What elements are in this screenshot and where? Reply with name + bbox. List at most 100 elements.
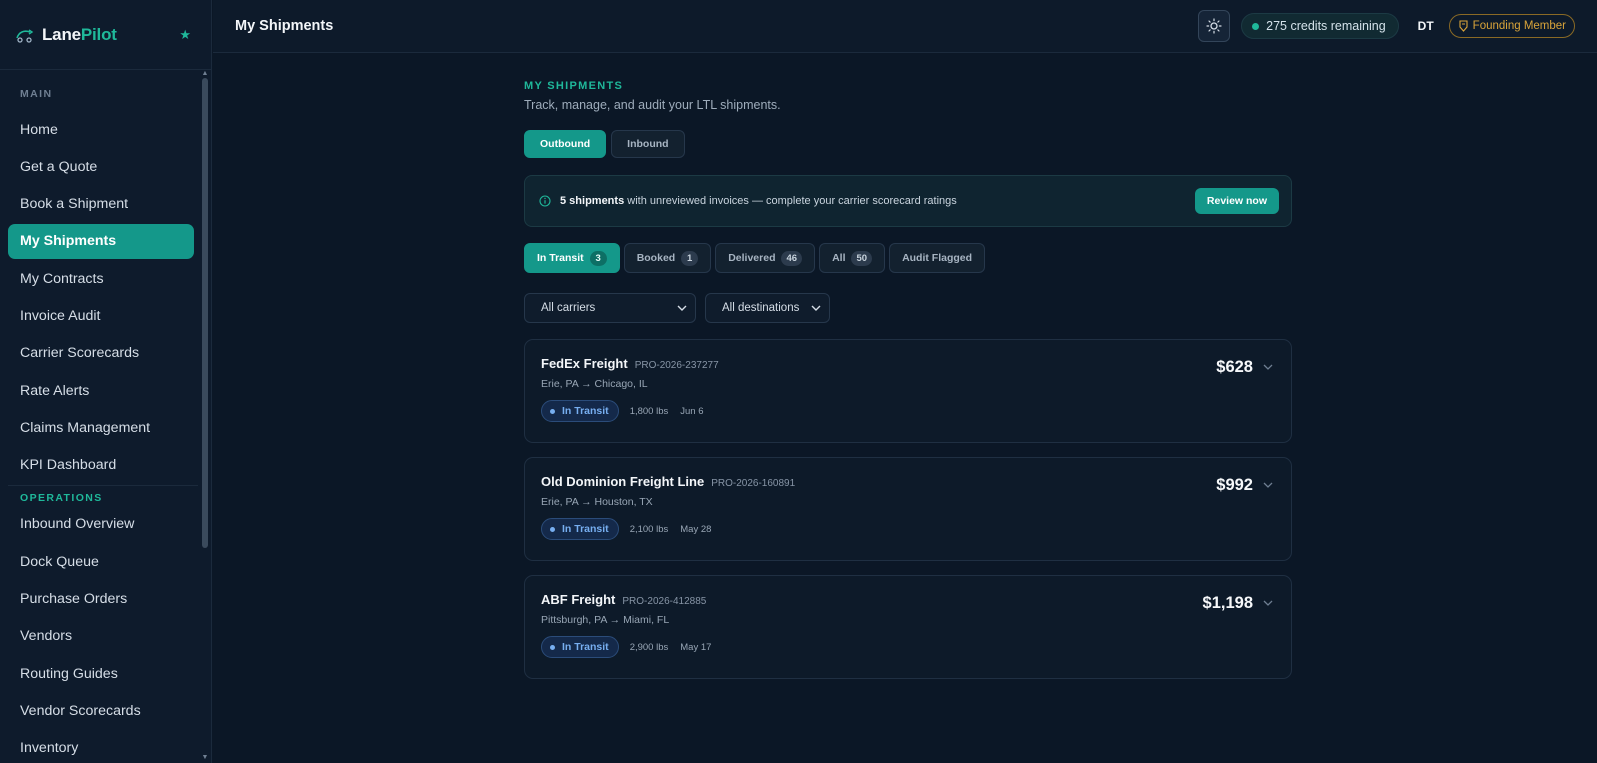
destination-filter-value: All destinations <box>722 302 800 314</box>
credits-badge[interactable]: 275 credits remaining <box>1241 13 1399 39</box>
status-label: In Transit <box>562 523 609 535</box>
tab-delivered[interactable]: Delivered 46 <box>715 243 816 273</box>
shipment-card[interactable]: ABF Freight PRO-2026-412885 Pittsburgh, … <box>524 575 1292 679</box>
tab-label: In Transit <box>537 252 584 264</box>
sidebar-item-get-a-quote[interactable]: Get a Quote <box>8 149 194 184</box>
filters: All carriers All destinations <box>524 293 1292 323</box>
tab-label: Delivered <box>728 252 776 264</box>
sidebar-item-kpi-dashboard[interactable]: KPI Dashboard <box>8 448 194 483</box>
sidebar-item-dock-queue[interactable]: Dock Queue <box>8 544 194 579</box>
tab-outbound[interactable]: Outbound <box>524 130 607 158</box>
ship-date: May 17 <box>680 641 712 653</box>
sidebar-item-inbound-overview[interactable]: Inbound Overview <box>8 507 194 542</box>
medal-icon <box>1459 20 1468 32</box>
status-dot <box>550 526 555 532</box>
notice-text: 5 shipments with unreviewed invoices — c… <box>560 195 957 207</box>
avatar[interactable]: DT <box>1411 11 1441 41</box>
theme-toggle-button[interactable] <box>1198 10 1231 42</box>
chevron-down-icon[interactable] <box>1263 364 1273 370</box>
truck-logo-icon <box>16 28 34 43</box>
sidebar-item-rate-alerts[interactable]: Rate Alerts <box>8 373 194 408</box>
scroll-up-arrow-icon[interactable]: ▲ <box>201 70 209 77</box>
sidebar-item-inventory[interactable]: Inventory <box>8 731 194 763</box>
tab-label: Booked <box>636 252 676 264</box>
ship-date: Jun 6 <box>680 405 704 417</box>
carrier-name: Old Dominion Freight Line <box>541 474 705 489</box>
route: Erie, PA → Chicago, IL <box>541 378 648 390</box>
star-icon[interactable]: ★ <box>179 27 191 43</box>
chevron-down-icon <box>811 305 821 311</box>
chevron-down-icon[interactable] <box>1263 482 1273 488</box>
route: Erie, PA → Houston, TX <box>541 496 653 508</box>
count-badge: 50 <box>851 250 873 266</box>
tab-label: All <box>832 252 846 264</box>
sidebar-item-home[interactable]: Home <box>8 112 194 147</box>
notice-count: 5 shipments <box>560 195 625 207</box>
shipment-price: $1,198 <box>1202 594 1253 612</box>
count-badge: 1 <box>681 250 699 266</box>
status-badge: In Transit <box>541 636 619 658</box>
destination-filter-select[interactable]: All destinations <box>705 293 830 323</box>
count-badge: 46 <box>781 250 803 266</box>
brand[interactable]: LanePilot ★ <box>0 0 211 70</box>
tab-booked[interactable]: Booked 1 <box>623 243 712 273</box>
sidebar-item-my-shipments[interactable]: My Shipments <box>8 223 194 259</box>
scroll-down-arrow-icon[interactable]: ▼ <box>201 754 209 761</box>
pro-number: PRO-2026-160891 <box>711 478 796 489</box>
weight: 2,900 lbs <box>629 641 669 653</box>
tab-label: Audit Flagged <box>902 252 973 264</box>
brand-name: LanePilot <box>42 24 117 44</box>
carrier-name: FedEx Freight <box>541 356 628 371</box>
status-dot <box>550 408 555 414</box>
sidebar-item-vendors[interactable]: Vendors <box>8 619 194 654</box>
tab-audit-flagged[interactable]: Audit Flagged <box>889 243 986 273</box>
status-badge: In Transit <box>541 518 619 540</box>
tab-in-transit[interactable]: In Transit 3 <box>524 243 620 273</box>
shipment-price: $628 <box>1216 358 1253 376</box>
unreviewed-invoices-notice: 5 shipments with unreviewed invoices — c… <box>524 175 1292 227</box>
notice-message: with unreviewed invoices — complete your… <box>624 195 957 207</box>
page-subtitle: Track, manage, and audit your LTL shipme… <box>524 98 781 112</box>
sidebar: LanePilot ★ MAIN Home Get a Quote Book a… <box>0 0 212 763</box>
shipment-card[interactable]: FedEx Freight PRO-2026-237277 Erie, PA →… <box>524 339 1292 443</box>
sidebar-item-carrier-scorecards[interactable]: Carrier Scorecards <box>8 336 194 371</box>
topbar: My Shipments 275 credits remaining DT Fo… <box>213 0 1597 53</box>
chevron-down-icon[interactable] <box>1263 600 1273 606</box>
status-dot <box>1252 22 1260 30</box>
sun-icon <box>1206 18 1222 34</box>
status-label: In Transit <box>562 641 609 653</box>
credits-label: 275 credits remaining <box>1266 19 1386 33</box>
sidebar-item-my-contracts[interactable]: My Contracts <box>8 261 194 296</box>
tab-all[interactable]: All 50 <box>819 243 886 273</box>
shipment-list: FedEx Freight PRO-2026-237277 Erie, PA →… <box>524 339 1292 679</box>
section-label-operations: OPERATIONS <box>8 484 198 507</box>
shipment-price: $992 <box>1216 476 1253 494</box>
sidebar-item-book-a-shipment[interactable]: Book a Shipment <box>8 187 194 222</box>
sidebar-item-vendor-scorecards[interactable]: Vendor Scorecards <box>8 693 194 728</box>
tab-inbound[interactable]: Inbound <box>611 130 685 158</box>
sidebar-scrollbar[interactable] <box>202 78 208 548</box>
pro-number: PRO-2026-412885 <box>622 596 707 607</box>
status-badge: In Transit <box>541 400 619 422</box>
info-icon <box>539 195 551 207</box>
main-content: MY SHIPMENTS Track, manage, and audit yo… <box>524 53 1292 693</box>
carrier-filter-select[interactable]: All carriers <box>524 293 696 323</box>
route: Pittsburgh, PA → Miami, FL <box>541 614 670 626</box>
chevron-down-icon <box>677 305 687 311</box>
status-dot <box>550 644 555 650</box>
founding-member-badge[interactable]: Founding Member <box>1448 14 1575 38</box>
review-now-button[interactable]: Review now <box>1194 188 1279 214</box>
status-tabs: In Transit 3 Booked 1 Delivered 46 All 5… <box>524 243 1292 273</box>
pro-number: PRO-2026-237277 <box>634 360 719 371</box>
status-label: In Transit <box>562 405 609 417</box>
sidebar-item-invoice-audit[interactable]: Invoice Audit <box>8 298 194 333</box>
founding-member-label: Founding Member <box>1472 20 1566 32</box>
ship-date: May 28 <box>680 523 712 535</box>
sidebar-item-routing-guides[interactable]: Routing Guides <box>8 656 194 691</box>
shipment-card[interactable]: Old Dominion Freight Line PRO-2026-16089… <box>524 457 1292 561</box>
carrier-filter-value: All carriers <box>541 302 596 314</box>
section-eyebrow: MY SHIPMENTS <box>524 80 624 92</box>
weight: 2,100 lbs <box>629 523 669 535</box>
sidebar-item-purchase-orders[interactable]: Purchase Orders <box>8 582 194 617</box>
sidebar-item-claims-management[interactable]: Claims Management <box>8 410 194 445</box>
